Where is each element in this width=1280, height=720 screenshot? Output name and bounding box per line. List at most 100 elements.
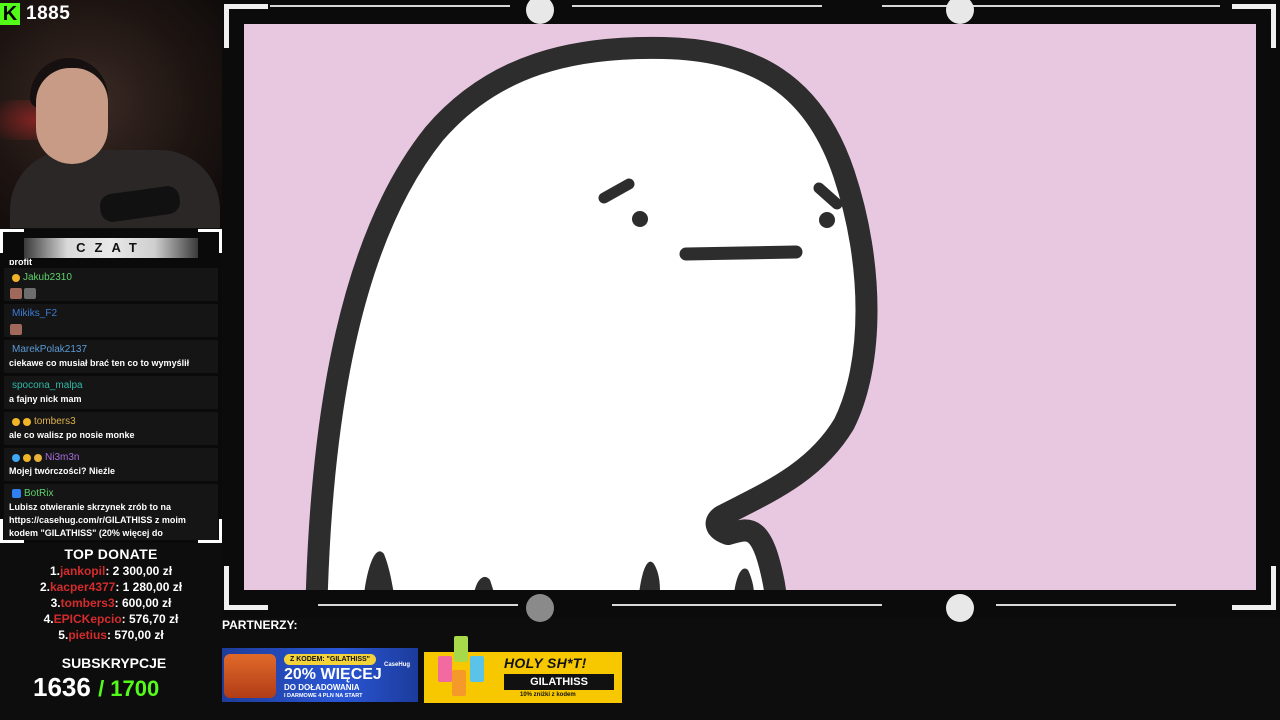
- subscriptions-target: / 1700: [98, 676, 160, 701]
- kick-logo-icon: K: [0, 3, 20, 25]
- frame-corner: [1232, 4, 1276, 48]
- sponsor-logo-icon: [946, 0, 974, 24]
- frame-corner: [1232, 566, 1276, 610]
- chat-username[interactable]: BotRix: [24, 488, 53, 499]
- frame-rail: [572, 5, 822, 7]
- top-donate-panel: TOP DONATE 1.jankopil: 2 300,00 zł 2.kacp…: [0, 545, 222, 643]
- donate-rank: 1.: [49, 564, 60, 578]
- frame-corner: [198, 229, 222, 253]
- product-pack-icon: [454, 636, 468, 662]
- ghost-eye-left: [632, 211, 648, 227]
- chat-message-list[interactable]: profit Jakub2310 Mikiks_F2 MarekPolak2137 c…: [4, 256, 218, 540]
- ghost-illustration: [305, 36, 878, 590]
- subscriptions-current: 1636: [33, 672, 91, 702]
- gold-dot-badge-icon: [23, 417, 31, 426]
- main-stage: [222, 0, 1280, 622]
- chat-username[interactable]: spocona_malpa: [12, 380, 83, 391]
- top-donate-title: TOP DONATE: [64, 546, 158, 562]
- holy-discount: 10% zniżki z kodem: [520, 692, 576, 698]
- chat-message: Mikiks_F2: [4, 304, 218, 337]
- product-pack-icon: [470, 656, 484, 682]
- casehug-logo: CaseHug: [384, 662, 411, 668]
- gold-dot-badge-icon: [12, 273, 20, 282]
- sponsor-logo-icon: [946, 594, 974, 622]
- viewer-count: 1885: [26, 3, 71, 24]
- donate-nick: tombers3: [60, 596, 115, 610]
- chat-username[interactable]: Jakub2310: [23, 272, 72, 283]
- chat-user-row: Ni3m3n: [8, 450, 214, 465]
- chat-message-text: ale co walisz po nosie monke: [9, 430, 135, 440]
- chat-emote-row: [8, 285, 214, 300]
- holy-code: GILATHISS: [504, 674, 614, 690]
- casehug-banner[interactable]: Z KODEM: "GILATHISS" CaseHug 20% WIĘCEJ …: [222, 648, 418, 702]
- chat-username[interactable]: Ni3m3n: [45, 452, 79, 463]
- ghost-body: [305, 36, 878, 590]
- donate-amount: : 570,00 zł: [106, 628, 164, 642]
- viewer-counter: K 1885: [0, 2, 70, 26]
- emote-icon: [10, 324, 22, 336]
- donate-rank: 2.: [39, 580, 50, 594]
- sponsor-logo-icon: [526, 0, 554, 24]
- frame-rail: [270, 5, 510, 7]
- chat-user-row: Jakub2310: [8, 270, 214, 285]
- gold-dot-badge-icon: [23, 453, 31, 462]
- partners-label: PARTNERZY:: [222, 618, 298, 632]
- donate-row: 4.EPICKepcio: 576,70 zł: [0, 611, 222, 627]
- frame-rail: [882, 5, 1220, 7]
- frame-corner: [224, 566, 268, 610]
- chat-panel: profit Jakub2310 Mikiks_F2 MarekPolak2137 c…: [0, 229, 222, 543]
- chat-username[interactable]: Mikiks_F2: [12, 308, 57, 319]
- emote-icon: [24, 288, 36, 300]
- promo-headline: 20% WIĘCEJ: [284, 666, 382, 683]
- donate-amount: : 576,70 zł: [121, 612, 179, 626]
- chat-message: MarekPolak2137 ciekawe co musiał brać ten…: [4, 340, 218, 373]
- product-pack-icon: [452, 670, 466, 696]
- donate-nick: EPICKepcio: [53, 612, 122, 626]
- chat-message-text: Lubisz otwieranie skrzynek zrób to na ht…: [9, 502, 186, 538]
- emote-icon: [10, 288, 22, 300]
- ghost-eye-right: [819, 212, 835, 228]
- sponsor-logo-icon: [526, 594, 554, 622]
- streamer-head: [36, 68, 108, 164]
- donate-row: 1.jankopil: 2 300,00 zł: [0, 563, 222, 579]
- frame-rail: [612, 604, 882, 606]
- chat-username[interactable]: MarekPolak2137: [12, 344, 87, 355]
- donate-amount: : 2 300,00 zł: [105, 564, 173, 578]
- chat-message: BotRix Lubisz otwieranie skrzynek zrób to…: [4, 484, 218, 540]
- donate-amount: : 600,00 zł: [114, 596, 172, 610]
- chat-message-text: a fajny nick mam: [9, 394, 82, 404]
- crown-badge-icon: [34, 453, 42, 462]
- donate-rank: 5.: [58, 628, 69, 642]
- donate-nick: pietius: [68, 628, 107, 642]
- chat-message: Jakub2310: [4, 268, 218, 301]
- chat-title: CZAT: [24, 238, 198, 258]
- chat-message-text: ciekawe co musiał brać ten co to wymyśli…: [9, 358, 190, 368]
- chat-emote-row: [8, 321, 214, 336]
- stream-canvas: [244, 24, 1256, 590]
- chat-user-row: MarekPolak2137: [8, 342, 214, 357]
- holy-banner[interactable]: HOLY SH*T! GILATHISS 10% zniżki z kodem: [424, 636, 622, 703]
- chat-username[interactable]: tombers3: [34, 416, 76, 427]
- chat-user-row: tombers3: [8, 414, 214, 429]
- frame-corner: [0, 229, 24, 253]
- chat-message: Ni3m3n Mojej twórczości? Nieźle: [4, 448, 218, 481]
- holy-headline: HOLY SH*T!: [504, 655, 587, 671]
- promo-note: I DARMOWE 4 PLN NA START: [284, 693, 363, 699]
- subscriptions-title: SUBSKRYPCJE: [61, 655, 167, 671]
- frame-corner: [224, 4, 268, 48]
- donate-row: 3.tombers3: 600,00 zł: [0, 595, 222, 611]
- product-pack-icon: [438, 656, 452, 682]
- donate-row: 2.kacper4377: 1 280,00 zł: [0, 579, 222, 595]
- frame-rail: [318, 604, 518, 606]
- donate-rank: 3.: [50, 596, 61, 610]
- donate-nick: jankopil: [59, 564, 106, 578]
- donate-row: 5.pietius: 570,00 zł: [0, 627, 222, 643]
- chat-user-row: Mikiks_F2: [8, 306, 214, 321]
- promo-code-pill: Z KODEM: "GILATHISS": [284, 654, 377, 665]
- donate-rank: 4.: [43, 612, 54, 626]
- donate-nick: kacper4377: [49, 580, 116, 594]
- bot-badge-icon: [12, 489, 21, 498]
- frame-rail: [996, 604, 1176, 606]
- promo-subline: DO DOŁADOWANIA: [284, 683, 360, 692]
- chat-message-text: Mojej twórczości? Nieźle: [9, 466, 116, 476]
